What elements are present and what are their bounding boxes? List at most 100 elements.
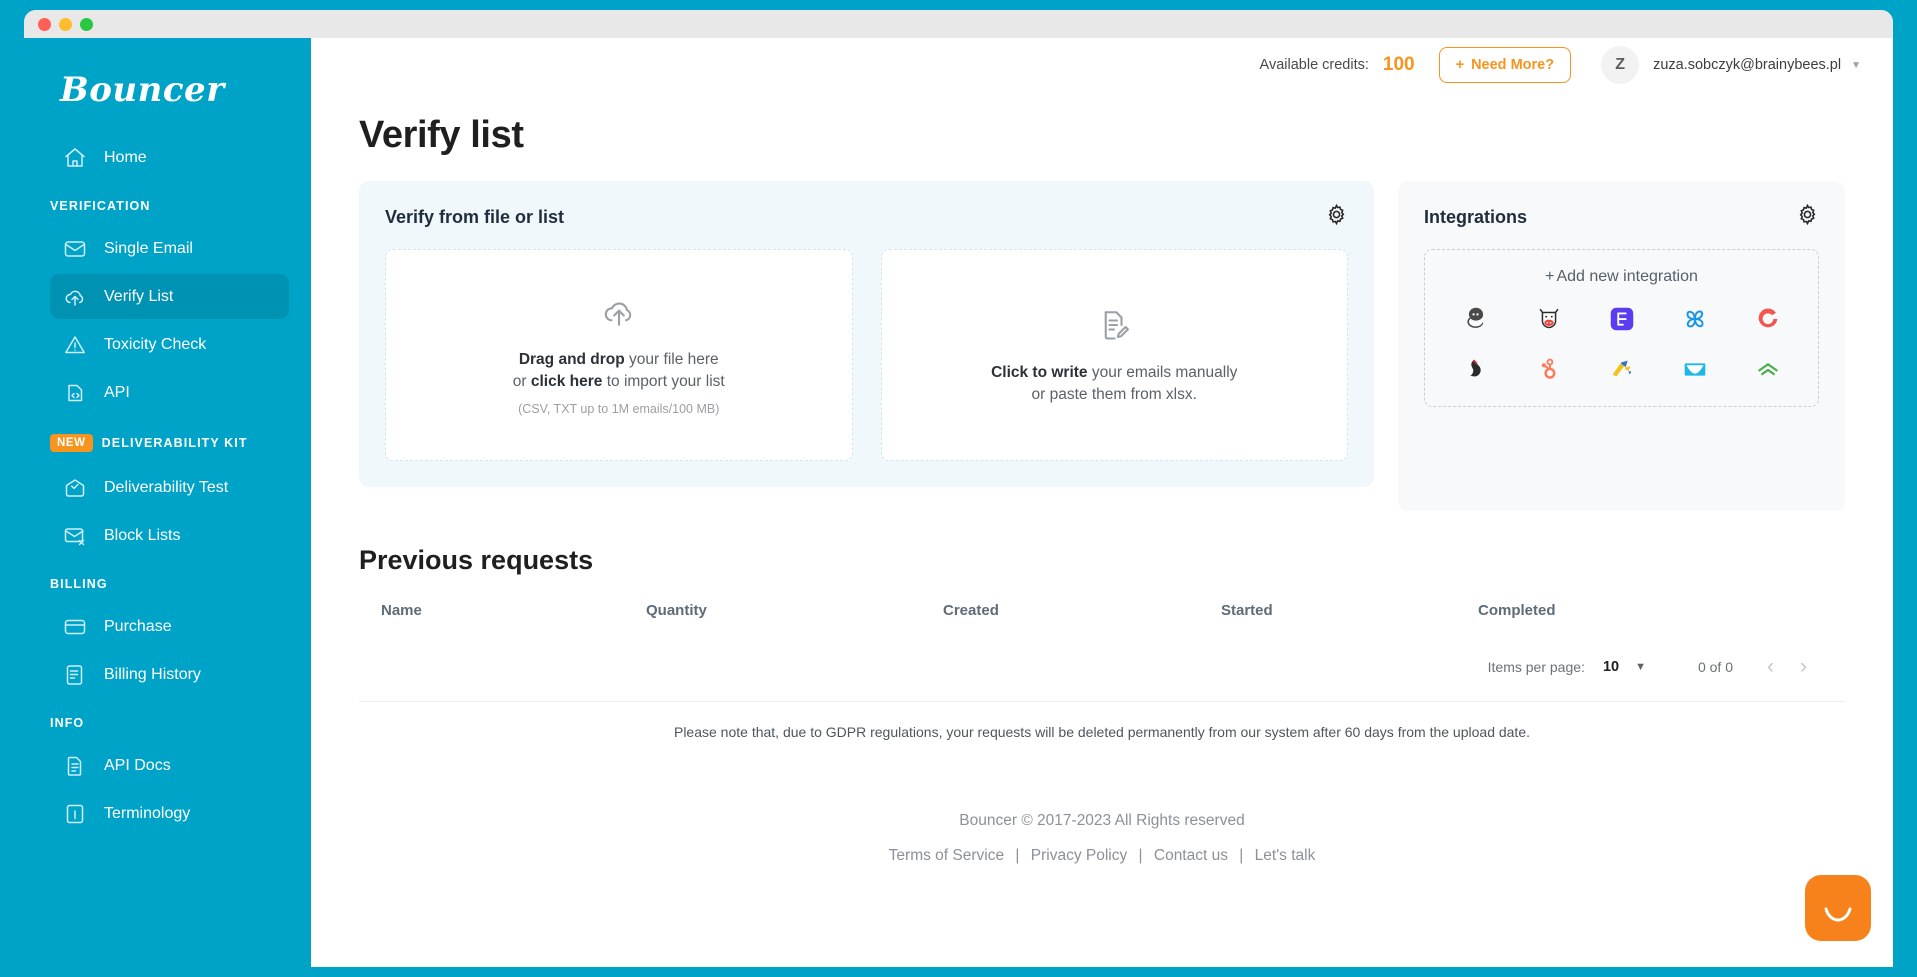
integrations-box: + Add new integration <box>1424 249 1819 407</box>
sidebar-item-purchase[interactable]: Purchase <box>50 604 289 649</box>
click-here-rest: to import your list <box>602 373 725 390</box>
page-title: Verify list <box>359 114 524 156</box>
footer-link-contact[interactable]: Contact us <box>1154 847 1228 864</box>
cloud-upload-icon <box>62 284 88 310</box>
column-header-completed: Completed <box>1478 602 1556 619</box>
copyright-text: Bouncer © 2017-2023 All Rights reserved <box>959 812 1245 829</box>
chevron-down-icon[interactable]: ▼ <box>1851 60 1861 71</box>
brand-logo[interactable]: Bouncer <box>24 56 311 132</box>
sidebar-item-single-email[interactable]: Single Email <box>50 226 289 271</box>
window-minimize-button[interactable] <box>59 17 72 31</box>
new-badge: NEW <box>50 434 93 452</box>
credits-label: Available credits: <box>1259 57 1369 73</box>
plus-icon: + <box>1545 268 1555 285</box>
panel-title: Integrations <box>1424 206 1528 227</box>
dropzone-file-constraints: (CSV, TXT up to 1M emails/100 MB) <box>518 402 720 416</box>
click-to-write-bold: Click to write <box>991 363 1088 381</box>
main-content: Available credits: 100 + Need More? Z zu… <box>311 38 1893 967</box>
chevron-down-icon[interactable]: ▼ <box>1635 661 1646 673</box>
app-window: Bouncer Home VERIFICATION Single Email V… <box>24 10 1893 967</box>
user-email[interactable]: zuza.sobczyk@brainybees.pl <box>1653 57 1841 73</box>
drag-and-drop-bold: Drag and drop <box>518 351 625 368</box>
sidebar-item-billing-history[interactable]: Billing History <box>50 652 289 697</box>
previous-requests-title: Previous requests <box>359 545 594 575</box>
pagination-prev-button[interactable]: ‹ <box>1767 655 1774 679</box>
dropzone-file-line1: Drag and drop your file here <box>519 351 719 369</box>
sidebar-section-deliverability-kit: NEW DELIVERABILITY KIT <box>24 418 311 462</box>
section-label: VERIFICATION <box>50 199 151 213</box>
panel-title: Verify from file or list <box>385 206 565 227</box>
hubspot-icon[interactable] <box>1532 352 1566 386</box>
footer-link-terms[interactable]: Terms of Service <box>889 847 1004 864</box>
dropzone-manual[interactable]: Click to write your emails manually or p… <box>880 249 1348 461</box>
verify-from-file-panel: Verify from file or list Drag and drop y… <box>359 181 1374 487</box>
gdpr-notice: Please note that, due to GDPR regulation… <box>359 701 1845 740</box>
footer-link-privacy[interactable]: Privacy Policy <box>1031 847 1127 864</box>
sidebar-item-api[interactable]: API <box>50 370 289 415</box>
pagination-next-button[interactable]: › <box>1800 655 1807 679</box>
sidebar-item-block-lists[interactable]: Block Lists <box>50 513 289 558</box>
sidebar-item-label: Block Lists <box>104 526 181 544</box>
sidebar-item-home[interactable]: Home <box>50 135 289 180</box>
sidebar-item-toxicity-check[interactable]: Toxicity Check <box>50 322 289 367</box>
section-label: DELIVERABILITY KIT <box>101 436 248 450</box>
window-maximize-button[interactable] <box>80 17 93 31</box>
klaviyo-icon[interactable] <box>1605 352 1639 386</box>
campaign-monitor-icon[interactable] <box>1678 352 1712 386</box>
sidebar-item-label: Single Email <box>104 239 193 257</box>
info-icon <box>62 801 88 827</box>
avatar[interactable]: Z <box>1601 46 1640 84</box>
sidebar-item-label: Verify List <box>104 287 174 305</box>
sidebar-item-label: Toxicity Check <box>104 335 207 353</box>
column-header-name: Name <box>381 602 422 619</box>
need-more-label: Need More? <box>1471 57 1555 73</box>
window-titlebar <box>24 10 1893 38</box>
envelope-x-icon <box>62 523 88 549</box>
window-close-button[interactable] <box>38 17 51 31</box>
dropzone-file[interactable]: Drag and drop your file here or click he… <box>385 249 853 461</box>
sidebar-item-label: Deliverability Test <box>104 478 229 496</box>
pagination: Items per page: 10 ▼ 0 of 0 ‹ › <box>359 619 1845 679</box>
dropzone-manual-line1: Click to write your emails manually <box>991 364 1237 382</box>
sidebar-item-label: API <box>104 383 130 401</box>
items-per-page-label: Items per page: <box>1487 659 1585 675</box>
separator: | <box>1015 847 1020 864</box>
footer: Bouncer © 2017-2023 All Rights reserved … <box>343 740 1861 891</box>
convertkit-icon[interactable] <box>1751 302 1785 336</box>
plus-icon: + <box>1455 57 1465 73</box>
click-to-write-rest: your emails manually <box>1087 363 1238 381</box>
footer-links: Terms of Service | Privacy Policy | Cont… <box>343 847 1861 865</box>
add-new-integration-button[interactable]: + Add new integration <box>1439 268 1804 286</box>
need-more-button[interactable]: + Need More? <box>1438 47 1572 83</box>
previous-requests-table: Name Quantity Created Started Completed … <box>343 602 1861 679</box>
column-header-created: Created <box>943 602 999 619</box>
moosend-icon[interactable] <box>1532 302 1566 336</box>
sidebar-item-terminology[interactable]: Terminology <box>50 791 289 836</box>
sidebar-item-deliverability-test[interactable]: Deliverability Test <box>50 465 289 510</box>
envelope-icon <box>62 236 88 262</box>
sidebar-item-verify-list[interactable]: Verify List <box>50 274 289 319</box>
integrations-panel: Integrations + Add new integration <box>1398 181 1845 511</box>
integration-icon-grid <box>1439 302 1804 386</box>
aweber-icon[interactable] <box>1751 352 1785 386</box>
sendgrid-icon[interactable] <box>1459 352 1493 386</box>
sendinblue-icon[interactable] <box>1678 302 1712 336</box>
gear-icon[interactable] <box>1325 203 1348 231</box>
mailchimp-icon[interactable] <box>1459 302 1493 336</box>
dropzone-file-line2: or click here to import your list <box>513 373 725 391</box>
credits-value: 100 <box>1382 54 1415 75</box>
section-label: BILLING <box>50 577 108 591</box>
envelope-check-icon <box>62 475 88 501</box>
gear-icon[interactable] <box>1796 203 1819 231</box>
click-here-link[interactable]: click here <box>531 373 603 390</box>
add-integration-label: Add new integration <box>1556 268 1698 285</box>
dropzone-manual-line2: or paste them from xlsx. <box>1031 385 1197 403</box>
chat-widget-button[interactable] <box>1805 875 1871 941</box>
sidebar-item-label: Billing History <box>104 665 201 683</box>
footer-link-lets-talk[interactable]: Let's talk <box>1255 847 1316 864</box>
items-per-page-value[interactable]: 10 <box>1603 659 1619 675</box>
document-icon <box>62 753 88 779</box>
mailerlite-icon[interactable] <box>1605 302 1639 336</box>
sidebar-item-api-docs[interactable]: API Docs <box>50 743 289 788</box>
sidebar-item-label: Home <box>104 148 147 166</box>
